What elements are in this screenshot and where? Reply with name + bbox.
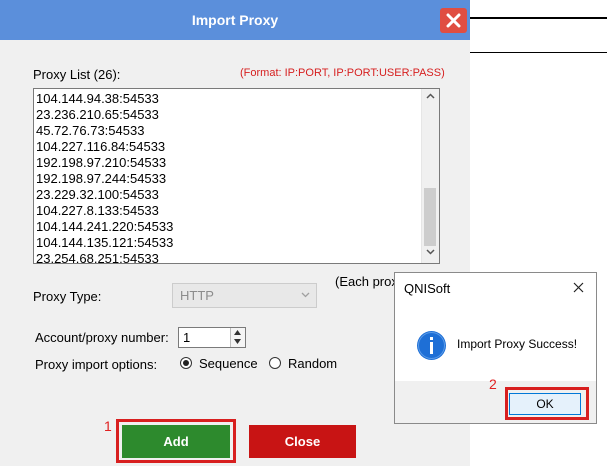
account-per-proxy-stepper[interactable]: 1: [178, 327, 246, 348]
proxy-lines: 104.144.94.38:54533 23.236.210.65:54533 45…: [36, 91, 174, 264]
proxy-line: 23.254.68.251:54533: [36, 251, 159, 264]
proxy-line: 192.198.97.210:54533: [36, 155, 167, 170]
account-per-proxy-value[interactable]: 1: [183, 330, 190, 345]
message-text: Import Proxy Success!: [457, 337, 578, 351]
dialog-title: Import Proxy: [191, 12, 279, 28]
step-marker-1: 1: [104, 418, 112, 434]
proxy-line: 104.144.241.220:54533: [36, 219, 174, 234]
proxy-type-value: HTTP: [180, 288, 214, 303]
proxy-list-textarea[interactable]: 104.144.94.38:54533 23.236.210.65:54533 45…: [33, 88, 440, 264]
background-divider-top: [470, 17, 607, 19]
proxy-list-label: Proxy List (26):: [33, 67, 121, 82]
title-bar: Import Proxy: [0, 0, 470, 40]
close-window-button[interactable]: [440, 8, 467, 33]
scroll-thumb[interactable]: [424, 188, 436, 246]
proxy-type-select[interactable]: HTTP: [172, 283, 317, 308]
account-per-proxy-label: Account/proxy number:: [35, 330, 169, 345]
sequence-radio[interactable]: [180, 357, 192, 369]
close-icon[interactable]: [573, 282, 584, 293]
random-label[interactable]: Random: [288, 356, 337, 371]
stepper-up-icon[interactable]: [234, 330, 241, 335]
proxy-line: 104.144.94.38:54533: [36, 91, 159, 106]
proxy-line: 104.227.8.133:54533: [36, 203, 159, 218]
proxy-line: 23.236.210.65:54533: [36, 107, 159, 122]
sequence-label[interactable]: Sequence: [199, 356, 258, 371]
proxy-line: 192.198.97.244:54533: [36, 171, 167, 186]
proxy-type-label: Proxy Type:: [33, 289, 102, 304]
proxy-list-scrollbar[interactable]: [421, 89, 439, 263]
proxy-line: 104.227.116.84:54533: [36, 139, 166, 154]
chevron-down-icon: [301, 292, 310, 298]
proxy-line: 45.72.76.73:54533: [36, 123, 145, 138]
ok-button-highlight: [505, 387, 589, 420]
add-button-highlight: [116, 419, 236, 463]
message-box-title: QNISoft: [404, 281, 451, 296]
each-proxy-note: (Each prox: [335, 274, 398, 289]
step-marker-2: 2: [489, 376, 497, 392]
format-hint: (Format: IP:PORT, IP:PORT:USER:PASS): [240, 67, 445, 79]
random-radio[interactable]: [269, 357, 281, 369]
scroll-up-icon[interactable]: [426, 93, 435, 99]
background-divider-bottom: [470, 52, 607, 53]
proxy-line: 23.229.32.100:54533: [36, 187, 159, 202]
close-icon: [446, 13, 461, 28]
import-options-label: Proxy import options:: [35, 357, 158, 372]
proxy-line: 104.144.135.121:54533: [36, 235, 174, 250]
stepper-down-icon[interactable]: [234, 339, 241, 344]
radio-selected-dot: [183, 360, 189, 366]
scroll-down-icon[interactable]: [426, 249, 435, 255]
info-icon: [417, 331, 446, 360]
stepper-buttons: [230, 328, 245, 347]
close-button[interactable]: Close: [249, 425, 356, 458]
